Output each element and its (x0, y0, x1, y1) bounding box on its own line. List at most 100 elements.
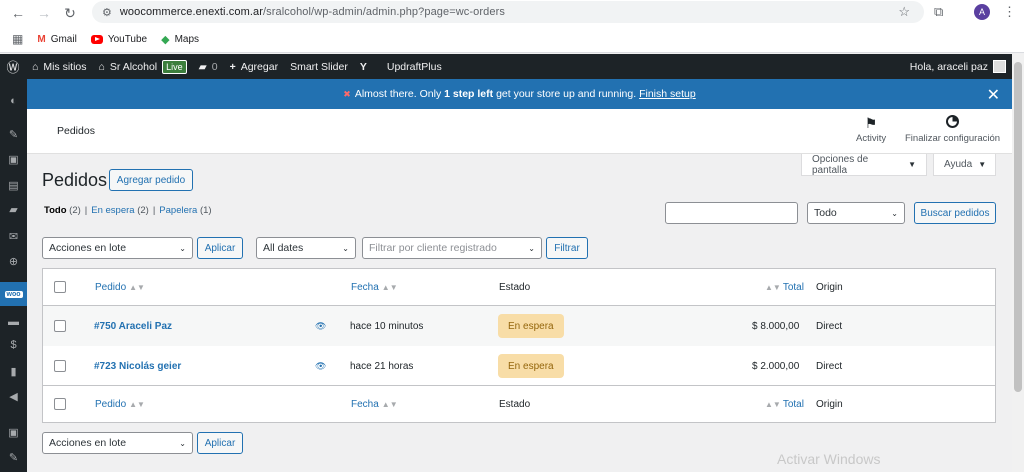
site-info-icon[interactable]: ⚙ (102, 6, 112, 19)
wordpress-logo-icon[interactable]: Ⓦ (0, 54, 26, 79)
row-checkbox[interactable] (54, 360, 66, 372)
sort-icon: ▲▼ (129, 282, 145, 292)
caret-down-icon: ▼ (978, 160, 987, 169)
col-order-header[interactable]: Pedido ▲▼ (95, 282, 145, 293)
order-search-input[interactable] (665, 202, 798, 224)
status-label: En espera (508, 360, 554, 372)
col-total-header[interactable]: ▲▼ Total (765, 282, 804, 293)
table-row[interactable]: #750 Araceli Paz 👁 hace 10 minutos En es… (43, 306, 995, 346)
products-icon[interactable]: ▬ (0, 312, 27, 332)
bookmark-youtube[interactable]: YouTube (90, 34, 147, 45)
address-bar[interactable]: ⚙ woocommerce.enexti.com.ar/sralcohol/wp… (92, 1, 924, 23)
pin-icon[interactable]: ✎ (0, 124, 27, 144)
site-name-menu[interactable]: ⌂ Sr Alcohol Live (93, 54, 193, 79)
select-all-checkbox[interactable] (54, 281, 66, 293)
row-checkbox[interactable] (54, 320, 66, 332)
updraft-menu[interactable]: UpdraftPlus (381, 54, 448, 79)
bookmark-label: Maps (174, 33, 200, 45)
chevron-down-icon: ⌄ (342, 243, 349, 253)
status-label: En espera (508, 320, 554, 332)
pages-icon[interactable]: ▤ (0, 175, 27, 195)
chevron-down-icon: ⌄ (179, 438, 186, 448)
filter-button[interactable]: Filtrar (546, 237, 588, 259)
comments-icon[interactable]: ▰ (0, 199, 27, 219)
table-row[interactable]: #723 Nicolás geier 👁 hace 21 horas En es… (43, 346, 995, 386)
notice-text-b: 1 step left (444, 88, 494, 100)
col-status-header: Estado (499, 281, 531, 293)
lock-icon[interactable]: ▣ (0, 422, 27, 442)
woocommerce-icon[interactable]: woo (0, 282, 27, 306)
sort-icon: ▲▼ (765, 282, 781, 292)
search-orders-button[interactable]: Buscar pedidos (914, 202, 996, 224)
my-account-menu[interactable]: Hola, araceli paz (910, 54, 1006, 79)
add-order-button[interactable]: Agregar pedido (109, 169, 193, 191)
sort-icon: ▲▼ (381, 282, 398, 292)
tools-icon[interactable]: ✎ (0, 447, 27, 467)
browser-menu-icon[interactable]: ⋮ (1003, 4, 1016, 20)
col-total-label: Total (782, 281, 804, 293)
apply-button[interactable]: Aplicar (197, 237, 243, 259)
activity-button[interactable]: ⚑ Activity (856, 115, 886, 144)
bookmark-star-icon[interactable]: ☆ (898, 4, 910, 20)
bulk-actions-value: Acciones en lote (49, 437, 127, 449)
analytics-icon[interactable]: ▮ (0, 361, 27, 381)
page-scrollbar[interactable] (1012, 54, 1024, 472)
marketing-icon[interactable]: ◀ (0, 386, 27, 406)
reload-icon[interactable]: ↻ (58, 2, 82, 24)
comment-icon: ▰ (198, 60, 207, 73)
payments-icon[interactable]: $ (0, 335, 27, 355)
preview-eye-icon[interactable]: 👁 (315, 321, 326, 332)
new-content-menu[interactable]: + Agregar (224, 54, 285, 79)
my-sites-menu[interactable]: ⌂ Mis sitios (26, 54, 93, 79)
extensions-icon[interactable]: ⧉ (934, 4, 943, 20)
customer-filter-select[interactable]: Filtrar por cliente registrado ⌄ (362, 237, 542, 259)
preview-eye-icon[interactable]: 👁 (315, 361, 326, 372)
col-date-footer[interactable]: Fecha ▲▼ (351, 399, 398, 410)
order-link[interactable]: #750 Araceli Paz (94, 321, 172, 332)
col-total-footer[interactable]: ▲▼ Total (765, 399, 804, 410)
screen-options-label: Opciones de pantalla (812, 153, 869, 176)
comments-menu[interactable]: ▰ 0 (193, 54, 224, 79)
bulk-actions-select-bottom[interactable]: Acciones en lote ⌄ (42, 432, 193, 454)
yoast-menu[interactable]: Y (354, 54, 373, 79)
col-status-footer: Estado (499, 398, 531, 410)
search-status-value: Todo (814, 207, 837, 219)
finish-setup-link[interactable]: Finish setup (639, 88, 696, 100)
finish-setup-button[interactable]: Finalizar configuración (905, 115, 1000, 144)
view-trash-count: (1) (199, 205, 212, 216)
bulk-actions-select[interactable]: Acciones en lote ⌄ (42, 237, 193, 259)
plus-circle-icon[interactable]: ⊕ (0, 251, 27, 271)
help-button[interactable]: Ayuda ▼ (933, 154, 996, 176)
mail-icon[interactable]: ✉ (0, 226, 27, 246)
close-notice-icon[interactable]: ✕ (987, 85, 1000, 105)
customer-filter-placeholder: Filtrar por cliente registrado (369, 242, 497, 254)
sort-icon: ▲▼ (381, 399, 398, 409)
select-all-checkbox-footer[interactable] (54, 398, 66, 410)
bookmark-maps[interactable]: ◆ Maps (161, 33, 199, 46)
order-link[interactable]: #723 Nicolás geier (94, 361, 181, 372)
profile-avatar[interactable]: A (974, 4, 990, 20)
dashboard-icon[interactable]: ◐ (0, 91, 27, 111)
chevron-down-icon: ⌄ (891, 208, 898, 218)
view-trash[interactable]: Papelera (1) (159, 205, 211, 216)
apply-button-bottom[interactable]: Aplicar (197, 432, 243, 454)
search-status-select[interactable]: Todo ⌄ (807, 202, 905, 224)
media-icon[interactable]: ▣ (0, 149, 27, 169)
smart-slider-menu[interactable]: Smart Slider (284, 54, 354, 79)
activity-label: Activity (856, 133, 887, 144)
views-separator: | (152, 205, 156, 216)
view-all[interactable]: Todo (2) (44, 205, 81, 216)
col-date-header[interactable]: Fecha ▲▼ (351, 282, 398, 293)
dates-select[interactable]: All dates ⌄ (256, 237, 356, 259)
view-onhold[interactable]: En espera (2) (91, 205, 149, 216)
col-order-footer[interactable]: Pedido ▲▼ (95, 399, 145, 410)
scrollbar-thumb[interactable] (1014, 62, 1022, 392)
apps-grid-icon[interactable]: ▦ (12, 32, 23, 46)
comments-count: 0 (211, 60, 218, 73)
screen-options-button[interactable]: Opciones de pantalla ▼ (801, 154, 927, 176)
back-icon[interactable]: ← (6, 2, 30, 24)
filter-label: Filtrar (554, 242, 580, 254)
orders-table: Pedido ▲▼ Fecha ▲▼ Estado ▲▼ Total Origin #… (42, 268, 996, 423)
bookmark-gmail[interactable]: M Gmail (37, 34, 76, 45)
forward-icon[interactable]: → (32, 2, 56, 24)
